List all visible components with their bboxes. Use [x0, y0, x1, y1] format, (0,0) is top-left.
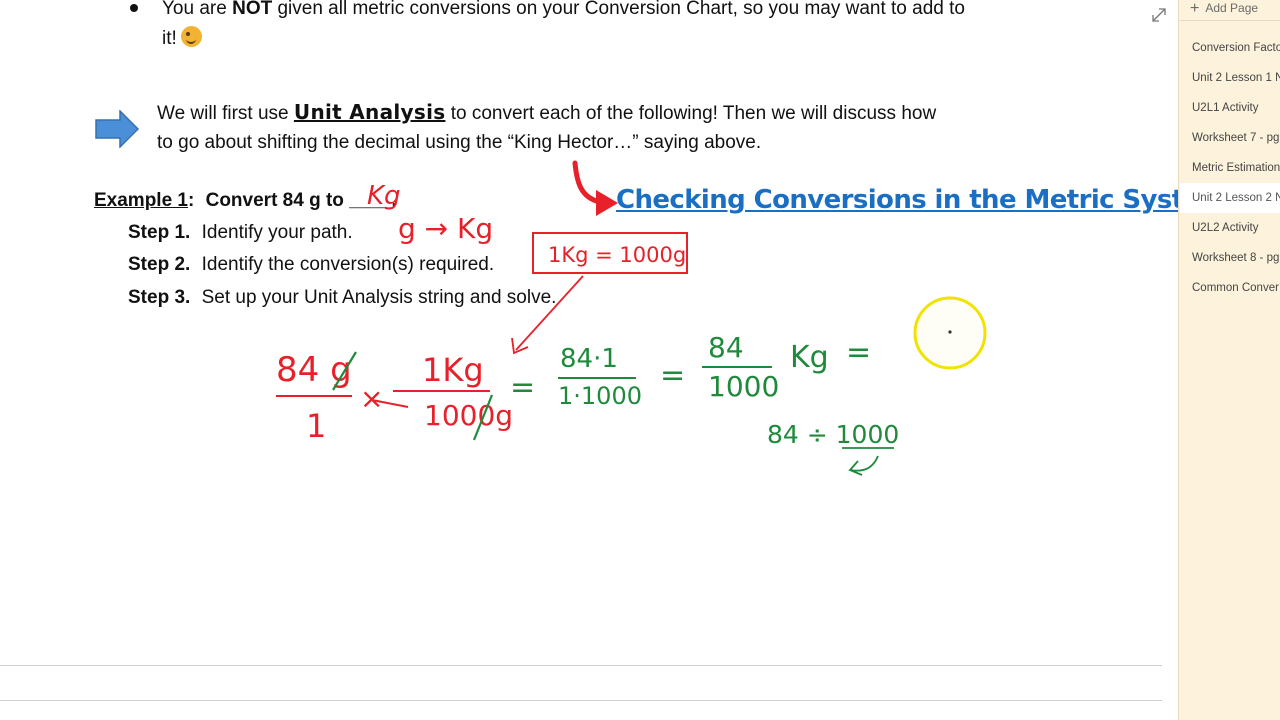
page-item-unit2-lesson1[interactable]: Unit 2 Lesson 1 N	[1180, 63, 1280, 93]
page-item-common-conversions[interactable]: Common Conver	[1180, 273, 1280, 303]
ink-frac3-denominator: 1·1000	[558, 382, 642, 410]
ink-frac4-denominator: 1000	[708, 370, 779, 403]
ink-box-text: 1Kg = 1000g	[548, 243, 686, 267]
ink-frac1-numerator: 84 g	[276, 350, 352, 390]
ink-frac3-numerator: 84·1	[560, 344, 618, 374]
pen-cursor-dot	[948, 330, 952, 334]
page-item-worksheet7[interactable]: Worksheet 7 - pg	[1180, 123, 1280, 153]
panel-divider	[1180, 20, 1280, 21]
ink-times: ×	[360, 382, 383, 415]
page-item-unit2-lesson2[interactable]: Unit 2 Lesson 2 N	[1180, 183, 1280, 213]
ink-equals-2: =	[660, 358, 685, 393]
ink-box-arrow	[515, 275, 584, 351]
ink-link-arrowhead	[596, 190, 618, 216]
ink-unit: Kg	[790, 340, 829, 375]
ink-decimal-shift-arrow	[848, 455, 879, 476]
page-divider-2	[0, 700, 1162, 701]
page-item-metric-estimation[interactable]: Metric Estimation	[1180, 153, 1280, 183]
page-item-u2l1-activity[interactable]: U2L1 Activity	[1180, 93, 1280, 123]
ink-equals-1: =	[510, 370, 535, 405]
plus-icon: +	[1190, 0, 1200, 17]
ink-frac2-numerator: 1Kg	[422, 351, 484, 389]
ink-path: g → Kg	[398, 212, 493, 245]
page-item-u2l2-activity[interactable]: U2L2 Activity	[1180, 213, 1280, 243]
ink-frac1-denominator: 1	[306, 407, 326, 445]
page-item-conversion-factors[interactable]: Conversion Factors	[1180, 33, 1280, 63]
ink-annotations: Kg g → Kg 1Kg = 1000g 84 g 1 × 1Kg 1000g…	[276, 160, 987, 476]
ink-frac2-denominator: 1000g	[424, 399, 513, 432]
ink-frac4-numerator: 84	[708, 331, 744, 364]
add-page-label: Add Page	[1205, 1, 1259, 15]
ink-equals-3: =	[846, 335, 871, 370]
ink-division-line: 84 ÷ 1000	[767, 420, 899, 449]
page-divider-1	[0, 665, 1162, 666]
add-page-button[interactable]: + Add Page	[1190, 0, 1259, 17]
ink-blank-fill: Kg	[367, 181, 401, 211]
page-item-worksheet8[interactable]: Worksheet 8 - pg	[1180, 243, 1280, 273]
expand-icon[interactable]	[1151, 7, 1167, 23]
